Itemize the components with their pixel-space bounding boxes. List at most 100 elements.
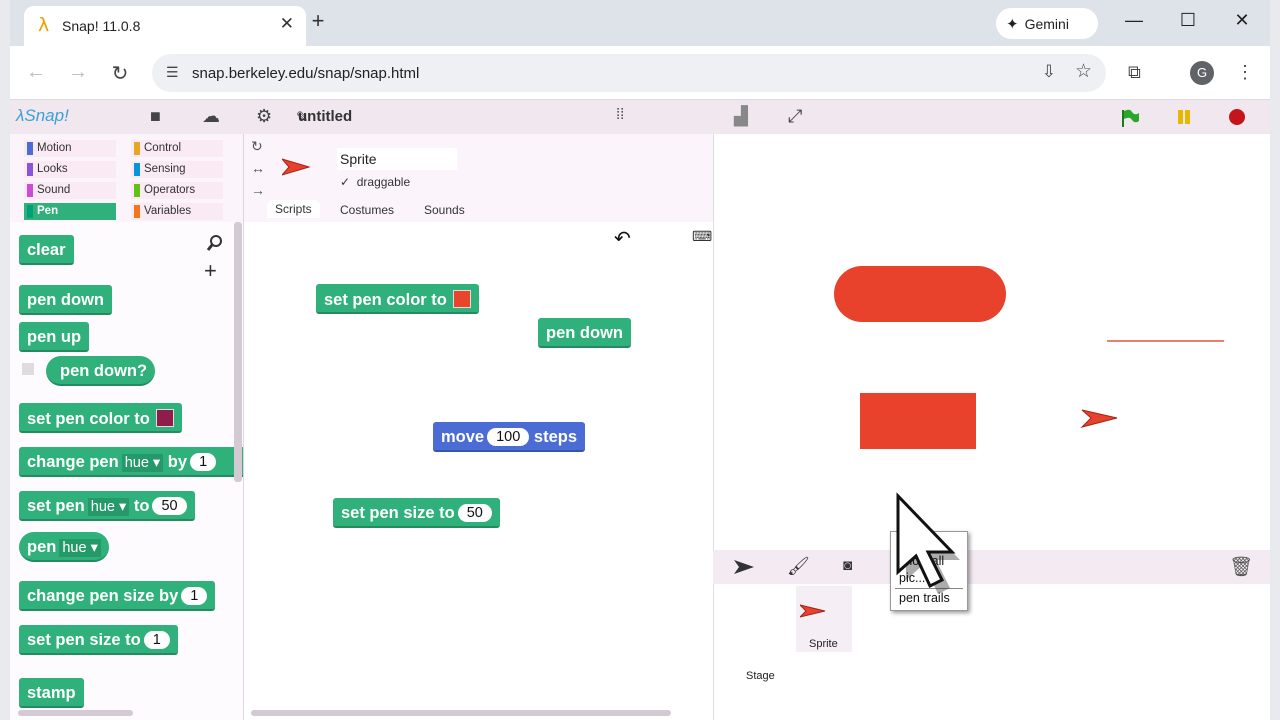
category-label: Sensing bbox=[144, 163, 186, 175]
color-swatch[interactable] bbox=[155, 409, 174, 427]
number-slot[interactable]: 1 bbox=[181, 587, 208, 605]
category-color-swatch bbox=[27, 163, 33, 176]
category-label: Operators bbox=[144, 184, 196, 196]
snap-logo[interactable]: λSnap! bbox=[16, 106, 69, 126]
browser-toolbar: ← → ↻ ☰ snap.berkeley.edu/snap/snap.html… bbox=[10, 46, 1270, 100]
stop-icon[interactable] bbox=[1228, 108, 1246, 126]
color-swatch[interactable] bbox=[452, 290, 471, 308]
site-info-icon[interactable]: ☰ bbox=[166, 64, 179, 81]
script-pen-down[interactable]: pen down bbox=[538, 318, 631, 348]
footprints-icon[interactable]: ⁞⁞ bbox=[616, 106, 624, 123]
pen-attribute-dropdown[interactable]: hue ▾ bbox=[87, 498, 130, 516]
tab-sounds[interactable]: Sounds bbox=[424, 203, 465, 217]
block-pen-up[interactable]: pen up bbox=[19, 322, 90, 352]
block-text: steps bbox=[533, 428, 578, 446]
stage-corral-label[interactable]: Stage bbox=[746, 670, 775, 682]
make-block-plus-icon[interactable]: + bbox=[204, 258, 217, 284]
close-tab-icon[interactable]: ✕ bbox=[280, 14, 294, 34]
number-slot[interactable]: 50 bbox=[152, 497, 187, 515]
block-pen-reporter[interactable]: pen hue ▾ bbox=[19, 532, 109, 562]
category-control[interactable]: Control bbox=[131, 140, 223, 157]
maximize-button[interactable]: ☐ bbox=[1176, 10, 1200, 31]
tab-scripts[interactable]: Scripts bbox=[267, 200, 320, 218]
block-pen-down[interactable]: pen down bbox=[19, 285, 112, 315]
block-palette: + clear pen down pen up pen down? set pe… bbox=[10, 222, 243, 720]
block-set-pen-to[interactable]: set pen hue ▾ to 50 bbox=[19, 491, 195, 521]
block-set-pen-size-to[interactable]: set pen size to 1 bbox=[19, 625, 178, 655]
install-app-icon[interactable]: ⇩ bbox=[1042, 62, 1056, 82]
category-color-swatch bbox=[134, 142, 140, 155]
block-set-pen-color-to[interactable]: set pen color to bbox=[19, 403, 182, 433]
pause-icon[interactable] bbox=[1176, 109, 1192, 125]
sprite-name-field[interactable]: Sprite bbox=[337, 148, 457, 170]
gemini-button[interactable]: ✦ Gemini bbox=[996, 8, 1098, 39]
search-icon[interactable] bbox=[206, 234, 224, 252]
dropdown-value: hue bbox=[90, 499, 115, 515]
block-change-pen-by[interactable]: change pen hue ▾ by 1 bbox=[19, 447, 243, 477]
menu-kebab-icon[interactable]: ⋮ bbox=[1236, 62, 1254, 83]
category-variables[interactable]: Variables bbox=[131, 203, 223, 220]
search-tab-icon[interactable]: ⧉ bbox=[1128, 62, 1141, 83]
rotate-left-right-icon[interactable]: ↔ bbox=[251, 160, 265, 176]
pen-attribute-dropdown[interactable]: hue ▾ bbox=[121, 454, 164, 472]
bookmark-star-icon[interactable]: ☆ bbox=[1075, 60, 1092, 83]
new-tab-button[interactable]: + bbox=[306, 8, 330, 34]
number-slot[interactable]: 1 bbox=[190, 453, 217, 471]
sprite-thumbnail-arrow bbox=[282, 158, 310, 176]
scripting-area[interactable]: ↶ ⌨ set pen color to pen down move 100 st… bbox=[243, 222, 713, 720]
draggable-checkbox[interactable]: ✓ draggable bbox=[340, 175, 410, 189]
green-flag-icon[interactable] bbox=[1120, 108, 1140, 128]
block-change-pen-size-by[interactable]: change pen size by 1 bbox=[19, 581, 216, 611]
script-set-pen-color-to[interactable]: set pen color to bbox=[316, 284, 479, 314]
palette-h-scrollbar[interactable] bbox=[18, 710, 133, 716]
number-slot[interactable]: 50 bbox=[457, 504, 492, 522]
forward-button[interactable]: → bbox=[66, 61, 90, 84]
close-window-button[interactable]: ✕ bbox=[1230, 10, 1254, 31]
script-set-pen-size-to[interactable]: set pen size to 50 bbox=[333, 498, 500, 528]
undo-icon[interactable]: ↶ bbox=[614, 226, 631, 251]
category-motion[interactable]: Motion bbox=[24, 140, 116, 157]
dropdown-value: hue bbox=[124, 455, 149, 471]
category-sensing[interactable]: Sensing bbox=[131, 161, 223, 178]
palette-scrollbar[interactable] bbox=[234, 222, 242, 482]
camera-icon[interactable]: ◙ bbox=[843, 557, 852, 574]
category-looks[interactable]: Looks bbox=[24, 161, 116, 178]
url-text: snap.berkeley.edu/snap/snap.html bbox=[192, 65, 420, 82]
settings-gear-icon[interactable]: ⚙ bbox=[256, 106, 272, 127]
category-operators[interactable]: Operators bbox=[131, 182, 223, 199]
fullscreen-icon[interactable]: ⤢ bbox=[788, 106, 802, 127]
keyboard-icon[interactable]: ⌨ bbox=[692, 228, 712, 245]
cloud-icon[interactable]: ☁ bbox=[202, 106, 220, 127]
snap-top-bar: λSnap! ■ ☁ ⚙ ✎ untitled ⁞⁞ ▟ ⤢ bbox=[10, 100, 1270, 134]
pen-attribute-dropdown[interactable]: hue ▾ bbox=[59, 539, 101, 557]
rotate-none-icon[interactable]: → bbox=[251, 182, 265, 198]
number-slot[interactable]: 100 bbox=[487, 428, 530, 446]
number-slot[interactable]: 1 bbox=[143, 631, 170, 649]
profile-avatar[interactable]: G bbox=[1190, 61, 1214, 85]
rotate-can-rotate-icon[interactable]: ↻ bbox=[251, 138, 263, 155]
address-bar[interactable]: ☰ snap.berkeley.edu/snap/snap.html ⇩ ☆ bbox=[152, 54, 1106, 92]
category-sound[interactable]: Sound bbox=[24, 182, 116, 199]
block-pen-down-predicate[interactable]: pen down? bbox=[46, 356, 156, 386]
category-pen[interactable]: Pen bbox=[24, 203, 116, 220]
scripts-h-scrollbar[interactable] bbox=[251, 710, 671, 716]
mouse-pointer-icon bbox=[896, 492, 960, 594]
minimize-button[interactable]: — bbox=[1122, 10, 1146, 31]
back-button[interactable]: ← bbox=[24, 61, 48, 84]
block-text: move bbox=[441, 428, 485, 446]
browser-tab[interactable]: λ Snap! 11.0.8 ✕ bbox=[24, 6, 306, 46]
block-clear[interactable]: clear bbox=[19, 235, 74, 265]
category-color-swatch bbox=[134, 163, 140, 176]
paint-brush-icon[interactable]: 🖌 bbox=[787, 556, 810, 577]
script-move-steps[interactable]: move 100 steps bbox=[433, 422, 586, 452]
file-icon[interactable]: ■ bbox=[150, 106, 161, 127]
stage[interactable] bbox=[713, 134, 1270, 550]
add-turtle-sprite-icon[interactable] bbox=[733, 558, 755, 576]
trash-icon[interactable]: 🗑 bbox=[1229, 555, 1253, 579]
stage-size-icon[interactable]: ▟ bbox=[734, 106, 748, 127]
tab-costumes[interactable]: Costumes bbox=[340, 203, 394, 217]
category-color-swatch bbox=[134, 205, 140, 218]
block-stamp[interactable]: stamp bbox=[19, 678, 84, 708]
watcher-checkbox[interactable] bbox=[22, 363, 34, 375]
reload-button[interactable]: ↻ bbox=[108, 61, 132, 86]
